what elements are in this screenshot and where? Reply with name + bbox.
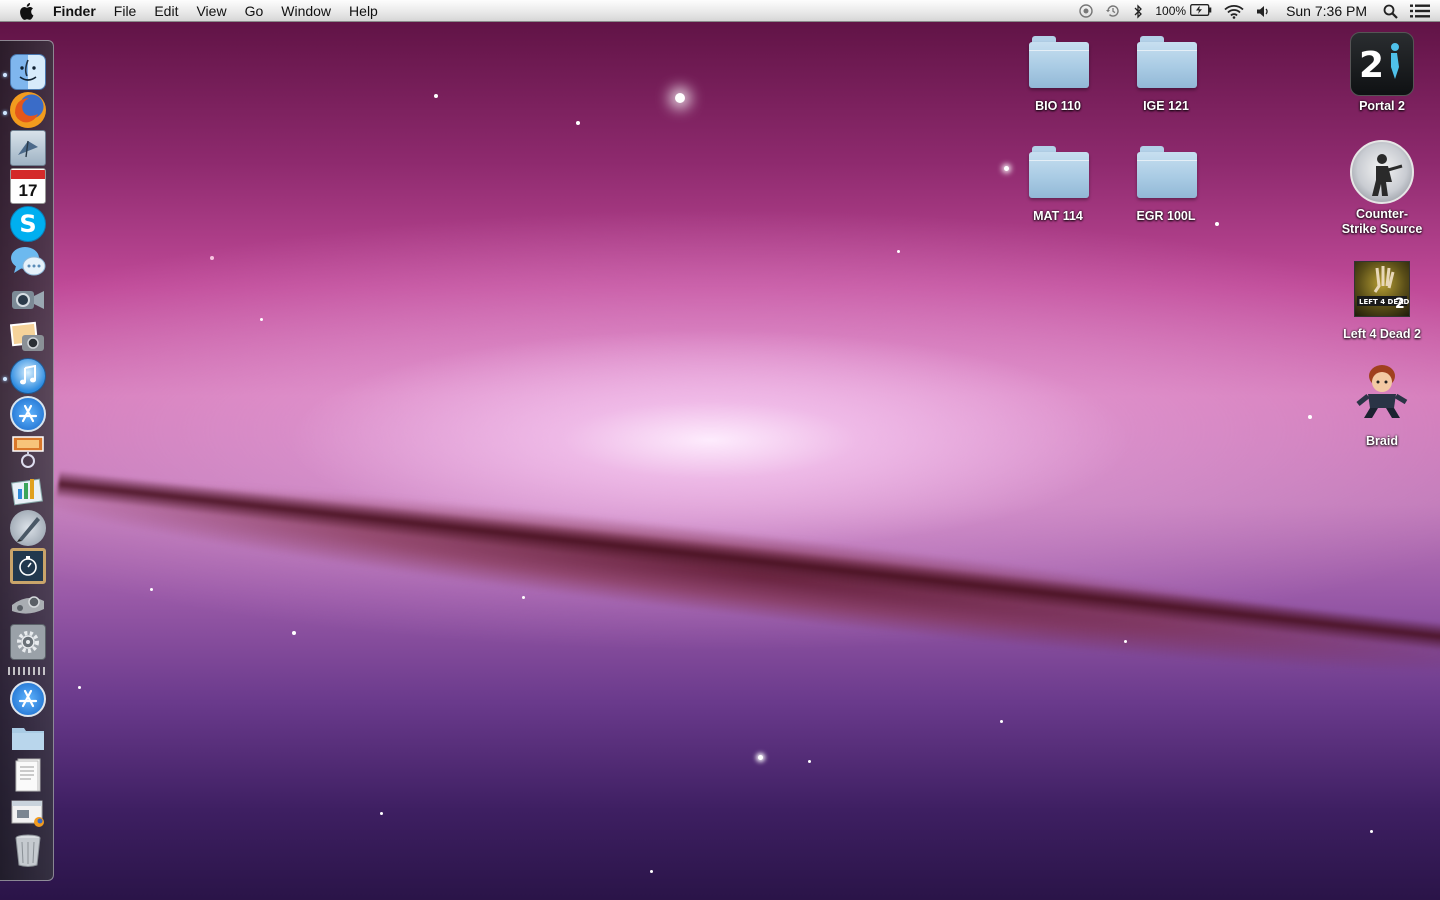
menu-extras: 100% Sun 7:36 PM <box>1073 0 1440 22</box>
dock-itunes-icon[interactable] <box>10 358 46 394</box>
dock-ichat-icon[interactable] <box>10 244 46 280</box>
dock-finder-icon[interactable] <box>10 54 46 90</box>
app-label: Portal 2 <box>1359 99 1405 113</box>
svg-text:2: 2 <box>1395 296 1405 312</box>
star <box>150 588 153 591</box>
desktop-app-left-4-dead-2[interactable]: LEFT 4 DEAD 2 Left 4 Dead 2 <box>1327 258 1437 342</box>
dock-calendar-icon[interactable]: 17 <box>10 168 46 204</box>
star <box>1370 830 1373 833</box>
star <box>650 870 653 873</box>
star-bright <box>675 93 685 103</box>
dock-clock-board-icon[interactable] <box>10 548 46 584</box>
skype-glyph: S <box>19 210 37 238</box>
desktop-folder-bio-110[interactable]: BIO 110 <box>1003 32 1113 114</box>
dock-facetime-icon[interactable] <box>10 282 46 318</box>
notification-list-icon[interactable] <box>1404 0 1440 22</box>
apple-menu-icon[interactable] <box>20 2 36 20</box>
dock-system-preferences-icon[interactable] <box>10 624 46 660</box>
calendar-day: 17 <box>18 180 38 200</box>
desktop-app-braid[interactable]: Braid <box>1327 360 1437 449</box>
dock-documents-folder-icon[interactable] <box>10 719 46 755</box>
star <box>260 318 263 321</box>
folder-icon <box>1134 142 1198 206</box>
star <box>1308 415 1312 419</box>
folder-icon <box>1026 32 1090 96</box>
dock-trash-icon[interactable] <box>10 832 46 868</box>
folder-icon <box>1026 142 1090 206</box>
menu-view[interactable]: View <box>187 0 235 22</box>
desktop-folder-mat-114[interactable]: MAT 114 <box>1003 142 1113 224</box>
battery-status[interactable]: 100% <box>1149 0 1218 22</box>
desktop-app-counter-strike-source[interactable]: Counter- Strike Source <box>1327 140 1437 237</box>
star <box>1124 640 1127 643</box>
wifi-icon[interactable] <box>1218 0 1250 22</box>
folder-label: MAT 114 <box>1033 209 1083 223</box>
wallpaper <box>0 0 1440 900</box>
sync-status-icon[interactable] <box>1073 0 1099 22</box>
star <box>292 631 296 635</box>
menu-help[interactable]: Help <box>340 0 387 22</box>
braid-icon <box>1350 360 1414 424</box>
counter-strike-icon <box>1350 140 1414 204</box>
dock-mail-icon[interactable] <box>10 130 46 166</box>
desktop-app-portal-2[interactable]: 2 Portal 2 <box>1327 32 1437 114</box>
app-label: Braid <box>1366 434 1398 448</box>
dock-steam-icon[interactable] <box>10 586 46 622</box>
dock-keynote-icon[interactable] <box>10 472 46 508</box>
volume-icon[interactable] <box>1250 0 1276 22</box>
star <box>380 812 383 815</box>
folder-label: EGR 100L <box>1136 209 1196 223</box>
menu-window[interactable]: Window <box>272 0 340 22</box>
time-machine-icon[interactable] <box>1099 0 1127 22</box>
dock-app-store-icon[interactable] <box>10 396 46 432</box>
app-label: Counter- Strike Source <box>1327 207 1437 237</box>
desktop-folder-ige-121[interactable]: IGE 121 <box>1111 32 1221 114</box>
menu-app-name[interactable]: Finder <box>49 0 105 22</box>
running-indicator <box>3 73 7 77</box>
desktop-folder-egr-100l[interactable]: EGR 100L <box>1111 142 1221 224</box>
dock-applications-stack-icon[interactable] <box>10 681 46 717</box>
bluetooth-icon[interactable] <box>1127 0 1149 22</box>
dock-document-stack-icon[interactable] <box>10 757 46 793</box>
star <box>576 121 580 125</box>
star <box>434 94 438 98</box>
dock-firefox-icon[interactable] <box>10 92 46 128</box>
folder-label: IGE 121 <box>1143 99 1189 113</box>
star <box>758 755 763 760</box>
folder-label: BIO 110 <box>1035 99 1081 113</box>
clock[interactable]: Sun 7:36 PM <box>1276 0 1377 22</box>
battery-icon <box>1190 3 1212 19</box>
menu-file[interactable]: File <box>105 0 146 22</box>
star <box>78 686 81 689</box>
dock-skype-icon[interactable]: S <box>10 206 46 242</box>
star <box>897 250 900 253</box>
svg-text:2: 2 <box>1359 45 1384 86</box>
app-label: Left 4 Dead 2 <box>1343 327 1421 341</box>
portal-2-icon: 2 <box>1350 32 1414 96</box>
dock-preview-icon[interactable] <box>10 434 46 470</box>
left-4-dead-2-icon: LEFT 4 DEAD 2 <box>1354 261 1410 317</box>
dock-pen-tool-icon[interactable] <box>10 510 46 546</box>
calendar-header <box>11 169 45 179</box>
dock: 17 S <box>0 40 54 881</box>
star <box>1000 720 1003 723</box>
star <box>808 760 811 763</box>
galaxy-dust-lane-core <box>56 470 1440 654</box>
star <box>210 256 214 260</box>
menu-edit[interactable]: Edit <box>145 0 187 22</box>
dock-iphoto-icon[interactable] <box>10 320 46 356</box>
app-label-line2: Strike Source <box>1341 222 1423 236</box>
folder-icon <box>1134 32 1198 96</box>
dock-separator <box>8 667 48 675</box>
spotlight-search-icon[interactable] <box>1377 0 1404 22</box>
menu-go[interactable]: Go <box>236 0 273 22</box>
star <box>522 596 525 599</box>
dock-web-document-icon[interactable] <box>10 795 46 831</box>
running-indicator <box>3 377 7 381</box>
running-indicator <box>3 111 7 115</box>
menu-bar: Finder File Edit View Go Window Help 100… <box>0 0 1440 22</box>
battery-percent: 100% <box>1155 4 1187 18</box>
app-label-line1: Counter- <box>1355 207 1409 221</box>
